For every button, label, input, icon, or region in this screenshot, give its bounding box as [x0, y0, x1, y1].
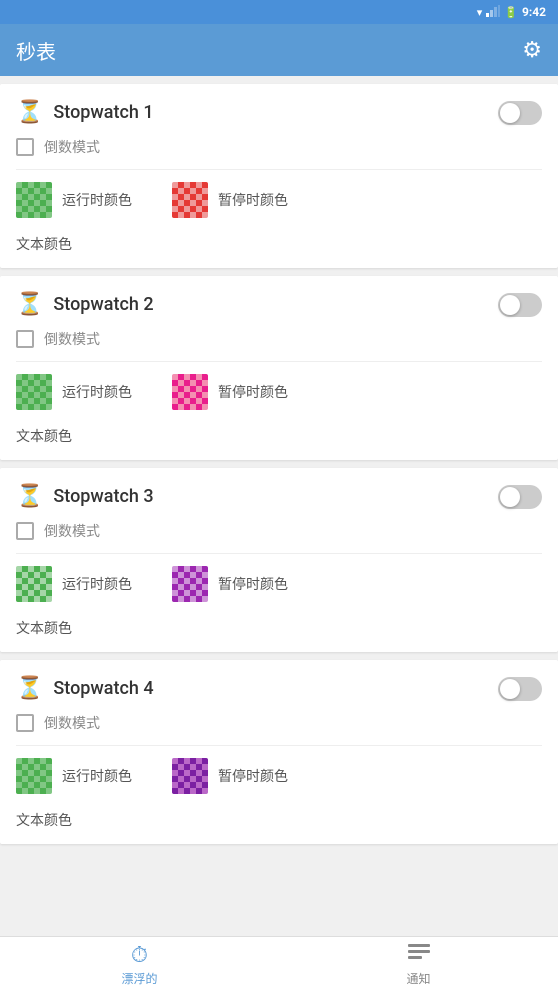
text-color-label-3[interactable]: 文本颜色 [16, 621, 72, 637]
run-color-swatch-2 [16, 374, 52, 410]
nav-item-notification[interactable]: 通知 [279, 937, 558, 992]
card-title-row-1: ⏳ Stopwatch 1 [16, 100, 154, 125]
pause-color-swatch-4 [172, 758, 208, 794]
pause-color-label-1: 暂停时颜色 [218, 190, 288, 210]
run-color-label-1: 运行时颜色 [62, 190, 132, 210]
pause-color-label-3: 暂停时颜色 [218, 574, 288, 594]
color-section-3: 运行时颜色 暂停时颜色 [0, 554, 558, 618]
countdown-label-4: 倒数模式 [44, 713, 100, 733]
run-color-item-3[interactable]: 运行时颜色 [16, 566, 132, 602]
toggle-3[interactable] [498, 485, 542, 509]
checkbox-row-1: 倒数模式 [0, 133, 558, 169]
checkbox-row-2: 倒数模式 [0, 325, 558, 361]
checkbox-row-4: 倒数模式 [0, 709, 558, 745]
checkbox-row-3: 倒数模式 [0, 517, 558, 553]
run-color-label-3: 运行时颜色 [62, 574, 132, 594]
pause-color-swatch-3 [172, 566, 208, 602]
settings-icon[interactable]: ⚙ [522, 38, 542, 63]
status-icons: ▾ 🔋 9:42 [477, 5, 546, 20]
text-color-row-3: 文本颜色 [0, 618, 558, 652]
nav-item-floating[interactable]: ⏱ 漂浮的 [0, 937, 279, 992]
run-color-label-4: 运行时颜色 [62, 766, 132, 786]
text-color-row-2: 文本颜色 [0, 426, 558, 460]
card-title-row-4: ⏳ Stopwatch 4 [16, 676, 154, 701]
color-row-4: 运行时颜色 暂停时颜色 [16, 758, 542, 794]
stopwatch-icon-4: ⏳ [16, 676, 43, 701]
card-title-row-2: ⏳ Stopwatch 2 [16, 292, 154, 317]
countdown-checkbox-1[interactable] [16, 138, 34, 156]
run-color-swatch-4 [16, 758, 52, 794]
stopwatch-card-2: ⏳ Stopwatch 2 倒数模式 运行时颜色 暂停时颜色 文 [0, 276, 558, 460]
wifi-icon: ▾ [477, 6, 483, 19]
toggle-4[interactable] [498, 677, 542, 701]
color-section-2: 运行时颜色 暂停时颜色 [0, 362, 558, 426]
pause-color-item-1[interactable]: 暂停时颜色 [172, 182, 288, 218]
battery-icon: 🔋 [504, 6, 518, 19]
bottom-nav: ⏱ 漂浮的 通知 [0, 936, 558, 992]
card-title-2: Stopwatch 2 [53, 294, 153, 315]
card-title-3: Stopwatch 3 [53, 486, 153, 507]
run-color-item-1[interactable]: 运行时颜色 [16, 182, 132, 218]
countdown-checkbox-3[interactable] [16, 522, 34, 540]
card-title-row-3: ⏳ Stopwatch 3 [16, 484, 154, 509]
stopwatch-icon-3: ⏳ [16, 484, 43, 509]
notification-nav-icon [408, 943, 430, 968]
color-section-1: 运行时颜色 暂停时颜色 [0, 170, 558, 234]
countdown-checkbox-2[interactable] [16, 330, 34, 348]
run-color-swatch-3 [16, 566, 52, 602]
card-title-4: Stopwatch 4 [53, 678, 153, 699]
color-row-3: 运行时颜色 暂停时颜色 [16, 566, 542, 602]
card-header-4: ⏳ Stopwatch 4 [0, 660, 558, 709]
run-color-item-4[interactable]: 运行时颜色 [16, 758, 132, 794]
app-title: 秒表 [16, 36, 56, 65]
status-bar: ▾ 🔋 9:42 [0, 0, 558, 24]
countdown-label-3: 倒数模式 [44, 521, 100, 541]
countdown-label-1: 倒数模式 [44, 137, 100, 157]
pause-color-label-2: 暂停时颜色 [218, 382, 288, 402]
pause-color-swatch-2 [172, 374, 208, 410]
color-row-2: 运行时颜色 暂停时颜色 [16, 374, 542, 410]
toggle-2[interactable] [498, 293, 542, 317]
pause-color-item-2[interactable]: 暂停时颜色 [172, 374, 288, 410]
toggle-1[interactable] [498, 101, 542, 125]
main-content: ⏳ Stopwatch 1 倒数模式 运行时颜色 暂停时颜色 文 [0, 76, 558, 936]
text-color-row-4: 文本颜色 [0, 810, 558, 844]
app-header: 秒表 ⚙ [0, 24, 558, 76]
pause-color-item-3[interactable]: 暂停时颜色 [172, 566, 288, 602]
status-time: 9:42 [522, 5, 546, 19]
stopwatch-card-1: ⏳ Stopwatch 1 倒数模式 运行时颜色 暂停时颜色 文 [0, 84, 558, 268]
stopwatch-icon-1: ⏳ [16, 100, 43, 125]
stopwatch-card-4: ⏳ Stopwatch 4 倒数模式 运行时颜色 暂停时颜色 文 [0, 660, 558, 844]
run-color-swatch-1 [16, 182, 52, 218]
pause-color-swatch-1 [172, 182, 208, 218]
card-header-1: ⏳ Stopwatch 1 [0, 84, 558, 133]
card-header-3: ⏳ Stopwatch 3 [0, 468, 558, 517]
color-row-1: 运行时颜色 暂停时颜色 [16, 182, 542, 218]
card-header-2: ⏳ Stopwatch 2 [0, 276, 558, 325]
countdown-label-2: 倒数模式 [44, 329, 100, 349]
text-color-label-2[interactable]: 文本颜色 [16, 429, 72, 445]
pause-color-item-4[interactable]: 暂停时颜色 [172, 758, 288, 794]
card-title-1: Stopwatch 1 [53, 102, 153, 123]
text-color-label-4[interactable]: 文本颜色 [16, 813, 72, 829]
countdown-checkbox-4[interactable] [16, 714, 34, 732]
notification-nav-label: 通知 [406, 970, 430, 987]
stopwatch-icon-2: ⏳ [16, 292, 43, 317]
run-color-item-2[interactable]: 运行时颜色 [16, 374, 132, 410]
pause-color-label-4: 暂停时颜色 [218, 766, 288, 786]
run-color-label-2: 运行时颜色 [62, 382, 132, 402]
text-color-label-1[interactable]: 文本颜色 [16, 237, 72, 253]
text-color-row-1: 文本颜色 [0, 234, 558, 268]
color-section-4: 运行时颜色 暂停时颜色 [0, 746, 558, 810]
signal-icon [486, 5, 500, 20]
stopwatch-card-3: ⏳ Stopwatch 3 倒数模式 运行时颜色 暂停时颜色 文 [0, 468, 558, 652]
floating-nav-icon: ⏱ [131, 943, 148, 968]
floating-nav-label: 漂浮的 [121, 970, 157, 987]
